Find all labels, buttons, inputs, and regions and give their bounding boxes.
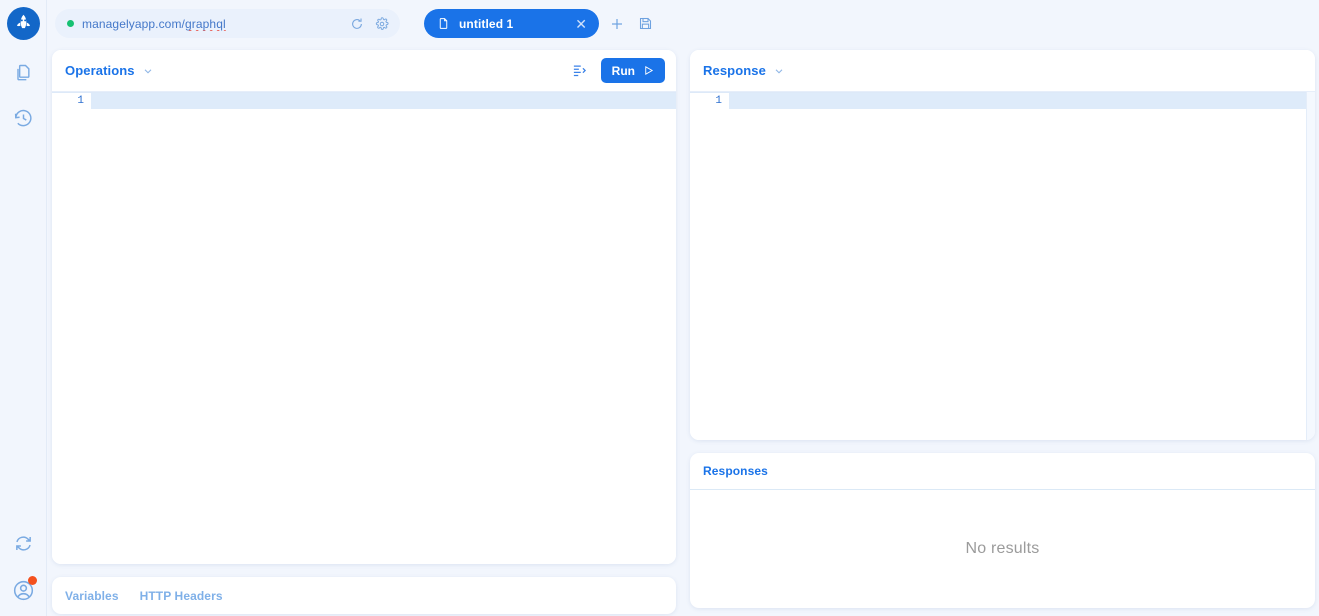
altair-rocket-logo-icon: [11, 11, 35, 36]
editor-code-area[interactable]: [91, 93, 676, 109]
response-header: Response: [690, 50, 1315, 92]
line-number: 1: [690, 93, 729, 109]
sidebar-item-sync[interactable]: [10, 530, 36, 556]
operations-title: Operations: [65, 63, 135, 78]
response-collapse-button[interactable]: [773, 65, 785, 77]
response-scrollbar[interactable]: [1306, 92, 1315, 440]
sidebar-item-documents[interactable]: [10, 60, 36, 86]
editor-line[interactable]: 1: [690, 92, 1315, 109]
app-logo[interactable]: [6, 7, 40, 40]
top-bar: managelyapp.com/graphql untitled 1 ✕: [47, 0, 1319, 47]
plus-icon: [612, 18, 622, 29]
tab-close-button[interactable]: ✕: [573, 17, 589, 31]
chevron-down-icon: [775, 68, 783, 74]
responses-header: Responses: [690, 453, 1315, 490]
operations-header: Operations Run: [52, 50, 676, 92]
run-button[interactable]: Run: [600, 58, 665, 83]
url-prefix: managelyapp.com/: [82, 16, 185, 31]
floppy-save-icon: [639, 17, 651, 30]
prettify-format-icon: [574, 65, 587, 77]
save-button[interactable]: [635, 14, 655, 34]
response-panel: Response 1: [690, 50, 1315, 440]
play-icon: [645, 66, 654, 75]
add-tab-button[interactable]: [607, 14, 627, 34]
response-title: Response: [703, 63, 766, 78]
rail-top-group: [10, 60, 36, 131]
no-results-message: No results: [965, 540, 1040, 557]
url-input[interactable]: managelyapp.com/graphql: [82, 17, 340, 31]
line-number: 1: [52, 93, 91, 109]
editor-line[interactable]: 1: [52, 92, 676, 109]
tab-variables[interactable]: Variables: [65, 589, 119, 603]
url-bar[interactable]: managelyapp.com/graphql: [55, 9, 400, 38]
tab-http-headers[interactable]: HTTP Headers: [140, 589, 223, 603]
chevron-down-icon: [144, 68, 152, 74]
rail-bottom-group: [10, 530, 37, 603]
operations-panel: Operations Run 1: [52, 50, 676, 564]
responses-panel: Responses No results: [690, 453, 1315, 608]
reload-button[interactable]: [348, 15, 365, 32]
responses-body: No results: [690, 490, 1315, 608]
prettify-button[interactable]: [569, 60, 591, 82]
editor-code-area[interactable]: [729, 93, 1315, 109]
app-root: managelyapp.com/graphql untitled 1 ✕ Ope…: [0, 0, 1319, 616]
tab-untitled-1[interactable]: untitled 1 ✕: [424, 9, 599, 38]
account-notification-badge: [28, 576, 37, 585]
sidebar-item-history[interactable]: [10, 105, 36, 131]
documents-copy-icon: [17, 64, 30, 81]
left-rail: [0, 0, 47, 616]
tab-label: untitled 1: [459, 16, 514, 31]
responses-title: Responses: [703, 464, 768, 478]
variables-panel: Variables HTTP Headers: [52, 577, 676, 614]
operations-collapse-button[interactable]: [142, 65, 154, 77]
url-misspelled-part: graphql: [185, 16, 226, 31]
reload-icon: [351, 18, 362, 29]
connection-status-dot: [67, 20, 74, 27]
variables-tab-bar: Variables HTTP Headers: [52, 577, 676, 614]
sidebar-item-account[interactable]: [10, 576, 37, 603]
tab-strip: untitled 1 ✕: [424, 9, 655, 38]
file-icon: [437, 17, 450, 30]
url-settings-button[interactable]: [373, 15, 390, 32]
operations-editor[interactable]: 1: [52, 92, 676, 564]
refresh-sync-icon: [15, 535, 31, 551]
run-button-label: Run: [611, 63, 635, 78]
response-editor[interactable]: 1: [690, 92, 1315, 440]
gear-icon: [375, 16, 389, 30]
history-clock-icon: [14, 109, 32, 126]
